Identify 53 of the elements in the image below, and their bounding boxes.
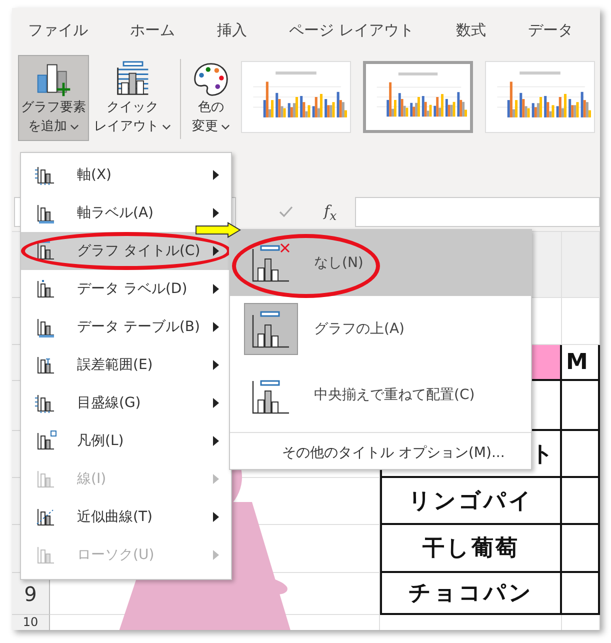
chart-element-icon [33, 164, 57, 186]
menu-item[interactable]: グラフ タイトル(C) [21, 232, 231, 270]
formula-input[interactable] [354, 197, 600, 227]
submenu-arrow-icon [213, 170, 219, 180]
submenu-arrow-icon [213, 360, 219, 370]
ribbon-button[interactable]: グラフ要素 を追加 [18, 55, 89, 141]
submenu-arrow-icon [213, 474, 219, 484]
menu-item[interactable]: データ テーブル(B) [21, 308, 231, 346]
table-cell [562, 525, 600, 573]
ribbon-tab[interactable]: ホーム [114, 21, 191, 40]
menu-item[interactable]: グラフの上(A) [230, 296, 531, 362]
menu-item[interactable]: 軸ラベル(A) [21, 194, 231, 232]
menu-item[interactable]: 目盛線(G) [21, 384, 231, 422]
submenu-arrow-icon [213, 208, 219, 218]
chart-element-icon [33, 392, 57, 414]
table-cell: リンゴパイ [380, 478, 562, 525]
ribbon-button[interactable]: 色の 変更 [189, 55, 233, 141]
table-cell [562, 478, 600, 525]
menu-item[interactable]: 凡例(L) [21, 422, 231, 460]
chart-style-thumbnail[interactable] [363, 61, 473, 133]
menu-item[interactable]: 中央揃えで重ねて配置(C) [230, 362, 531, 428]
chevron-down-icon [70, 124, 79, 130]
ribbon-tab[interactable]: 数式 [440, 21, 502, 40]
ribbon-tab[interactable]: ページ レイアウト [273, 21, 430, 40]
insert-function-button[interactable]: f$_{x}$ [324, 202, 337, 222]
submenu-arrow-icon [213, 436, 219, 446]
ribbon-button[interactable]: クイック レイアウト [91, 55, 174, 141]
menu-item[interactable]: なし(N) [230, 230, 531, 296]
menu-item[interactable]: 軸(X) [21, 156, 231, 194]
table-cell: 干し葡萄 [380, 525, 562, 573]
submenu-arrow-icon [213, 512, 219, 522]
menu-item[interactable]: データ ラベル(D) [21, 270, 231, 308]
chevron-down-icon [221, 124, 230, 130]
table-cell [562, 381, 600, 431]
submenu-arrow-icon [213, 550, 219, 560]
palette-icon [192, 60, 230, 98]
table-cell: チョコパン [380, 573, 562, 615]
submenu-arrow-icon [213, 322, 219, 332]
submenu-arrow-icon [213, 398, 219, 408]
table-cell [562, 431, 600, 478]
check-icon[interactable] [278, 205, 294, 219]
row-header[interactable]: 10 [12, 615, 50, 630]
sheet-cell [562, 298, 600, 345]
ribbon-tab[interactable]: データ [512, 21, 589, 40]
table-cell [562, 573, 600, 615]
chevron-down-icon [162, 124, 171, 130]
ribbon-tab[interactable]: ファイル [12, 21, 104, 40]
submenu-arrow-icon [213, 284, 219, 294]
table-header-cell: M [562, 345, 600, 381]
submenu-arrow-icon [213, 246, 219, 256]
ribbon-tab[interactable]: 挿入 [201, 21, 263, 40]
menu-item[interactable]: 誤差範囲(E) [21, 346, 231, 384]
menu-item[interactable]: 近似曲線(T) [21, 498, 231, 536]
